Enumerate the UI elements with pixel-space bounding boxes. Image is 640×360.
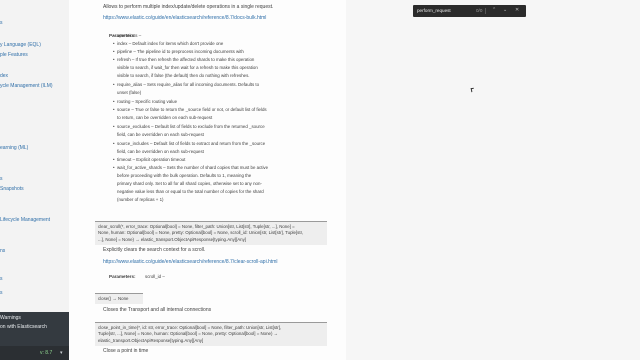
sidebar-item-elasticsearch[interactable]: on with Elasticsearch	[0, 324, 47, 330]
sidebar-item[interactable]: ple Features	[0, 52, 28, 58]
param-line: source_includes – Default list of fields…	[117, 141, 266, 146]
signature-line: None, human: Optional[bool] = None, pret…	[98, 230, 304, 236]
bullet: •	[113, 41, 115, 46]
param-line: to return, can be overridden on each sub…	[117, 115, 213, 120]
sidebar-highlight-group: Warnings on with Elasticsearch	[0, 312, 69, 346]
param-line: index – Default index for items which do…	[117, 41, 224, 46]
param-line: visible to search, if false (the default…	[117, 73, 250, 78]
chevron-up-icon[interactable]: ⌃	[492, 7, 496, 13]
close-description: Closes the Transport and all internal co…	[103, 307, 212, 313]
bullet: •	[113, 157, 115, 162]
close-icon[interactable]: ✕	[515, 7, 519, 13]
param-line: primary shard only. Set to all for all s…	[117, 181, 262, 186]
close-point-in-time-signature: close_point_in_time(*, id: str, error_tr…	[95, 322, 327, 347]
bulk-docs-link[interactable]: https://www.elastic.co/guide/en/elastics…	[103, 15, 266, 21]
mouse-cursor-icon	[470, 87, 475, 93]
docs-sidebar: s y Language (EQL) ple Features dex ycle…	[0, 0, 69, 360]
divider	[485, 8, 486, 14]
param-line: visible to search, if wait_for then wait…	[117, 65, 258, 70]
param-line: negative value less than or equal to the…	[117, 189, 264, 194]
find-match-count: 0/0	[476, 8, 483, 13]
sidebar-item[interactable]: dex	[0, 73, 8, 79]
param-line: field, can be overridden on each sub-req…	[117, 132, 204, 137]
sidebar-item[interactable]: s	[0, 176, 3, 182]
param-line: operations –	[117, 33, 142, 38]
bullet: •	[113, 124, 115, 129]
chevron-down-icon[interactable]: ⌄	[503, 7, 507, 13]
bullet: •	[113, 49, 115, 54]
find-in-page-bar: perform_request 0/0 ⌃ ⌄ ✕	[413, 5, 526, 17]
sidebar-item-warnings[interactable]: Warnings	[0, 315, 21, 321]
close-signature: close() → None	[95, 293, 143, 305]
sidebar-item[interactable]: ycle Management (ILM)	[0, 83, 53, 89]
bullet: •	[113, 141, 115, 146]
bullet: •	[113, 33, 115, 38]
sidebar-item[interactable]: s	[0, 290, 3, 296]
clear-scroll-docs-link[interactable]: https://www.elastic.co/guide/en/elastics…	[103, 259, 278, 265]
sidebar-item[interactable]: Snapshots	[0, 186, 24, 192]
param-line: refresh – If true then refresh the affec…	[117, 57, 255, 62]
param-line: source_excludes – Default list of fields…	[117, 124, 265, 129]
param-line: require_alias – Sets require_alias for a…	[117, 82, 260, 87]
bulk-description: Allows to perform multiple index/update/…	[103, 4, 274, 10]
version-label: v: 8.7	[40, 350, 53, 356]
signature-line: close() → None	[98, 296, 129, 301]
version-selector[interactable]: v: 8.7 ▾	[0, 346, 69, 360]
sidebar-item[interactable]: earning (ML)	[0, 145, 28, 151]
clear-scroll-description: Explicitly clears the search context for…	[103, 247, 206, 253]
param-line: timeout – Explicit operation timeout	[117, 157, 186, 162]
find-input[interactable]: perform_request	[417, 8, 451, 13]
param-line: unset (false)	[117, 90, 142, 95]
close-point-in-time-description: Close a point in time	[103, 348, 149, 354]
param-line: (number of replicas + 1)	[117, 197, 164, 202]
param-line: routing – Specific routing value	[117, 99, 178, 104]
clear-scroll-signature: clear_scroll(*, error_trace: Optional[bo…	[95, 221, 327, 246]
page-background	[346, 0, 640, 360]
sidebar-item[interactable]: y Language (EQL)	[0, 42, 41, 48]
signature-line: elastic_transport.ObjectApiResponse[typi…	[98, 337, 204, 343]
param-line: field, can be overridden on each sub-req…	[117, 149, 204, 154]
bullet: •	[113, 165, 115, 170]
doc-content: Allows to perform multiple index/update/…	[69, 0, 346, 360]
bullet: •	[113, 82, 115, 87]
param-line: before proceeding with the bulk operatio…	[117, 173, 252, 178]
sidebar-item[interactable]: s	[0, 276, 3, 282]
chevron-down-icon: ▾	[60, 350, 63, 356]
param-line: pipeline – The pipeline id to preprocess…	[117, 49, 244, 54]
bullet: •	[113, 99, 115, 104]
sidebar-item[interactable]: ns	[0, 248, 5, 254]
param-line: wait_for_active_shards – Sets the number…	[117, 165, 269, 170]
signature-line: ...], None] = None) → elastic_transport.…	[98, 236, 247, 242]
bullet: •	[113, 107, 115, 112]
parameters-label: Parameters:	[109, 274, 136, 279]
bullet: •	[113, 57, 115, 62]
sidebar-item[interactable]: Lifecycle Management	[0, 217, 50, 223]
param-line: source – True or false to return the _so…	[117, 107, 267, 112]
param-line: scroll_id –	[145, 274, 165, 279]
sidebar-item[interactable]: s	[0, 20, 3, 26]
